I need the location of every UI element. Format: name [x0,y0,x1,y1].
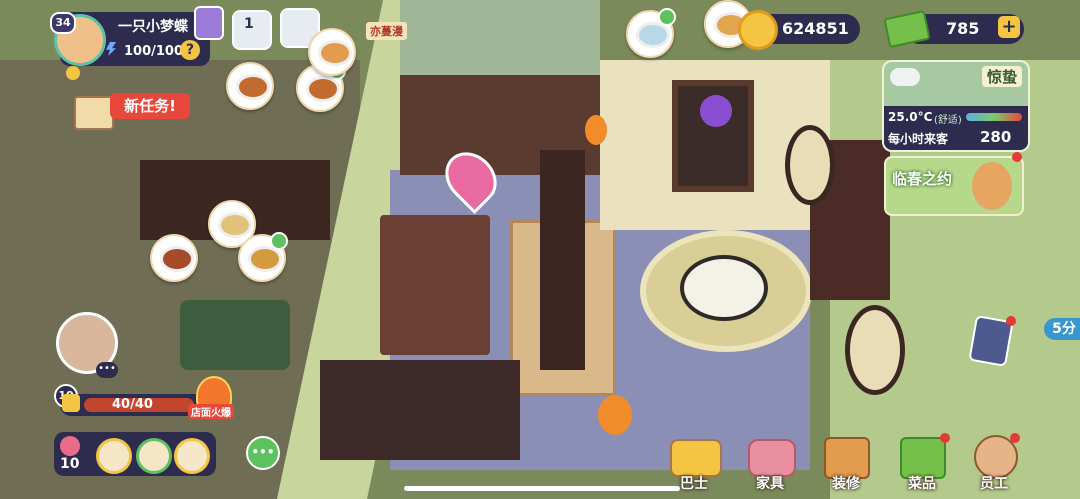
event-book-icon[interactable] [194,6,224,40]
round-screen-back[interactable] [785,125,835,205]
badge-count: 1 [244,16,254,32]
fire-label: 店面火爆 [188,404,234,419]
chat-bubble-icon[interactable]: ••• [246,436,280,470]
thumbs-up-icon [62,394,80,412]
order-bubble-5[interactable] [150,234,198,282]
order-bubble-6[interactable] [238,232,288,282]
skill-slot-1[interactable] [96,438,132,474]
nav-label-staff: 员工 [980,476,1008,492]
nav-bus[interactable]: 巴士 [664,431,724,492]
mini-icon[interactable] [66,66,80,80]
comfort: (舒适) [934,115,962,126]
order-bubble-1[interactable] [226,62,274,110]
new-task-banner[interactable]: 新任务! [110,93,190,119]
bus-icon [670,439,722,477]
energy-value: 100/100 [124,44,184,59]
event-label: 临春之约 [892,170,953,188]
flower-icon[interactable] [60,436,80,456]
temperature: 25.0°C [888,110,933,124]
staff-notification-dot [1010,433,1020,443]
coin-amount: 624851 [782,19,849,38]
event-character [972,162,1012,210]
order-bubble-7[interactable] [626,8,676,58]
event-notification-dot [1012,152,1022,162]
home-indicator[interactable] [404,486,680,491]
recipes-notification-dot [940,433,950,443]
skill-slot-2[interactable] [136,438,172,474]
skill-slot-3[interactable] [174,438,210,474]
order-bubble-3[interactable] [308,28,356,76]
coin-icon [738,10,778,50]
dining-table[interactable] [180,300,290,370]
sofa-icon [748,439,796,477]
temperature-bar [966,113,1022,121]
customer[interactable] [700,95,732,127]
visitors-label: 每小时来客 [888,132,949,146]
nav-label-recipes: 菜品 [908,476,936,492]
lantern-top [585,115,607,145]
progress-value: 40/40 [112,397,153,412]
solar-term: 惊蛰 [982,66,1022,87]
task-board-icon[interactable] [74,96,114,130]
nav-label-furniture: 家具 [756,476,784,492]
folding-screen[interactable] [540,150,585,370]
rain-cloud-icon [890,68,920,86]
lantern [598,395,632,435]
nav-decoration[interactable]: 装修 [816,431,876,492]
speech-icon[interactable]: ••• [96,362,118,378]
round-carpet-center [680,255,768,321]
timer-badge[interactable]: 5分 [1044,318,1080,340]
level-badge: 34 [50,12,76,34]
add-cash-button[interactable]: + [998,16,1020,38]
event-banner[interactable]: 临春之约 [884,156,1024,216]
top-courtyard [400,0,600,75]
nav-recipes[interactable]: 菜品 [892,431,952,492]
visitors-value: 280 [980,128,1012,146]
flower-count: 10 [60,456,80,472]
front-shelves [320,360,520,460]
phone-notification-dot [1006,316,1016,326]
player-name: 一只小梦蝶 [118,19,188,35]
weather-panel[interactable]: 惊蛰 25.0°C (舒适) 每小时来客 280 [882,60,1030,152]
shop-sign: 亦蔓漫 [366,22,407,40]
round-screen[interactable] [845,305,905,395]
counter[interactable] [380,215,490,355]
nav-label-decoration: 装修 [832,476,860,492]
nav-staff[interactable]: 员工 [964,431,1024,492]
cash-amount: 785 [946,19,980,38]
nav-furniture[interactable]: 家具 [740,431,800,492]
question-icon[interactable]: ? [180,40,200,60]
